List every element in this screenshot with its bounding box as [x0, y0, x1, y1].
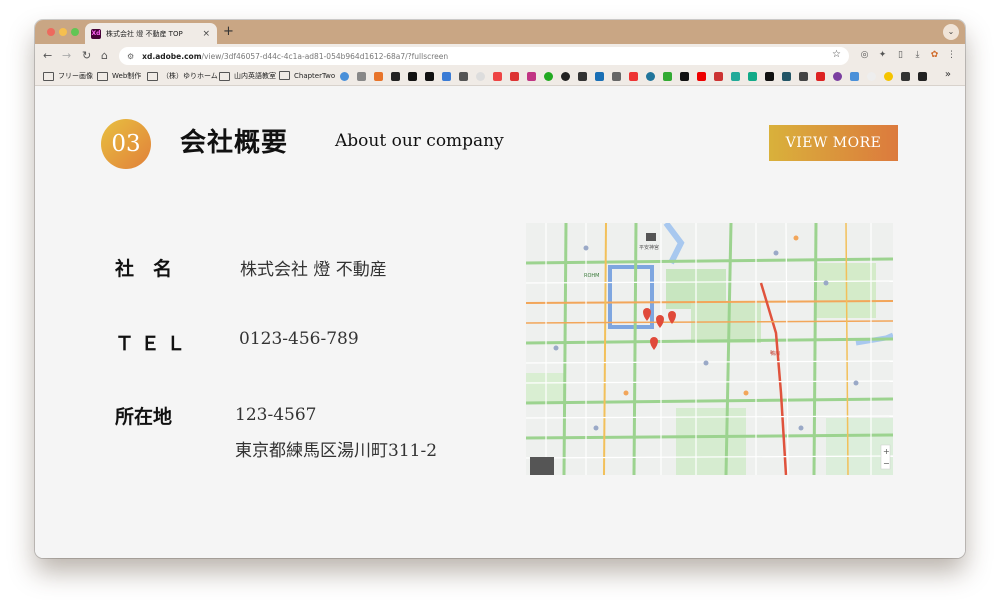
tel-label: Ｔ Ｅ Ｌ: [115, 333, 186, 355]
bookmark-favicon-icon[interactable]: [425, 72, 434, 81]
folder-icon: [147, 71, 158, 81]
bookmark-favicon-icon[interactable]: [629, 72, 638, 81]
map-svg: 平安神宮 ROHM 鴨川 + −: [526, 223, 893, 475]
url-host: xd.adobe.com: [142, 51, 202, 61]
section-title: 会社概要: [180, 128, 289, 158]
map-layer-thumbnail[interactable]: [530, 457, 554, 475]
bookmark-favicon-icon[interactable]: [833, 72, 842, 81]
bookmark-favicon-icon[interactable]: [680, 72, 689, 81]
tab-title: 株式会社 燈 不動産 TOP: [106, 29, 183, 38]
bookmark-favicon-icon[interactable]: [714, 72, 723, 81]
menu-kebab-icon[interactable]: ⋮: [946, 50, 957, 61]
new-tab-button[interactable]: +: [223, 25, 234, 39]
map-label-heian-shrine: 平安神宮: [639, 244, 659, 251]
bookmark-folder-free-images[interactable]: フリー画像: [43, 71, 93, 81]
site-settings-icon[interactable]: ⚙: [127, 52, 134, 61]
bookmark-favicon-icon[interactable]: [697, 72, 706, 81]
bookmark-favicon-icon[interactable]: [493, 72, 502, 81]
forward-arrow-icon[interactable]: →: [62, 48, 71, 64]
tab-strip: Xd 株式会社 燈 不動産 TOP × + ⌄: [35, 20, 965, 44]
bookmark-favicon-icon[interactable]: [731, 72, 740, 81]
bookmark-folder-yuri-home[interactable]: （株）ゆりホーム: [147, 71, 218, 81]
close-window-button[interactable]: [47, 28, 55, 36]
folder-icon: [279, 71, 290, 80]
bookmark-favicon-icon[interactable]: [782, 72, 791, 81]
bookmark-favicon-icon[interactable]: [595, 72, 604, 81]
browser-tab[interactable]: Xd 株式会社 燈 不動産 TOP ×: [85, 23, 217, 44]
view-more-button[interactable]: VIEW MORE: [769, 125, 898, 161]
tab-search-button[interactable]: ⌄: [943, 24, 959, 40]
bookmark-favicon-icon[interactable]: [357, 72, 366, 81]
bookmark-favicon-icon[interactable]: [561, 72, 570, 81]
address-label: 所在地: [115, 406, 173, 428]
bookmark-favicon-icon[interactable]: [391, 72, 400, 81]
bookmark-favicon-icon[interactable]: [850, 72, 859, 81]
bookmark-favicon-icon[interactable]: [612, 72, 621, 81]
bookmark-favicon-icon[interactable]: [459, 72, 468, 81]
bookmark-favicon-icon[interactable]: [901, 72, 910, 81]
extensions-icon[interactable]: ✦: [877, 50, 888, 61]
tel-value: 0123-456-789: [239, 329, 359, 349]
url-path: /view/3df46057-d44c-4c1a-ad81-054b964d16…: [201, 51, 449, 61]
bookmark-favicon-icon[interactable]: [867, 72, 876, 81]
bookmark-favicon-icon[interactable]: [884, 72, 893, 81]
xd-favicon-icon: Xd: [91, 28, 101, 39]
folder-icon: [97, 71, 108, 81]
bookmark-favicon-icon[interactable]: [476, 72, 485, 81]
reload-icon[interactable]: ↻: [82, 48, 91, 64]
bookmark-favicon-icon[interactable]: [816, 72, 825, 81]
bookmark-folder-chaptertwo[interactable]: ChapterTwo: [279, 71, 335, 80]
browser-toolbar: ← → ↻ ⌂ ⚙ xd.adobe.com /view/3df46057-d4…: [35, 44, 965, 68]
map-label-kamogawa: 鴨川: [770, 350, 780, 357]
bookmark-favicon-icon[interactable]: [663, 72, 672, 81]
more-bookmarks-icon[interactable]: »: [945, 69, 951, 80]
bookmark-star-icon[interactable]: ☆: [832, 49, 841, 60]
section-number-badge: 03: [101, 119, 151, 169]
tab-close-icon[interactable]: ×: [202, 29, 210, 39]
maximize-window-button[interactable]: [71, 28, 79, 36]
location-map[interactable]: 平安神宮 ROHM 鴨川 + −: [526, 223, 893, 475]
bookmark-favicon-icon[interactable]: [442, 72, 451, 81]
bookmark-folder-web[interactable]: Web制作: [97, 71, 141, 81]
minimize-window-button[interactable]: [59, 28, 67, 36]
company-name-label: 社 名: [115, 258, 173, 280]
bookmark-favicon-icon[interactable]: [544, 72, 553, 81]
bookmark-favicon-icon[interactable]: [918, 72, 927, 81]
section-subtitle: About our company: [335, 131, 504, 151]
download-icon[interactable]: ⤓: [912, 50, 923, 61]
folder-icon: [219, 71, 230, 81]
browser-window: Xd 株式会社 燈 不動産 TOP × + ⌄ ← → ↻ ⌂ ⚙ xd.ado…: [35, 20, 965, 558]
company-name-value: 株式会社 燈 不動産: [240, 260, 387, 280]
bookmark-favicon-icon[interactable]: [765, 72, 774, 81]
bookmark-favicon-icon[interactable]: [374, 72, 383, 81]
bookmark-favicon-icon[interactable]: [799, 72, 808, 81]
address-bar[interactable]: ⚙ xd.adobe.com /view/3df46057-d44c-4c1a-…: [119, 47, 849, 65]
bookmark-favicon-icon[interactable]: [748, 72, 757, 81]
lens-icon[interactable]: ◎: [859, 50, 870, 61]
zoom-in-icon[interactable]: +: [883, 447, 890, 456]
profile-avatar-icon[interactable]: ✿: [929, 50, 940, 61]
street-address: 東京都練馬区湯川町311-2: [235, 441, 438, 461]
folder-icon: [43, 71, 54, 81]
bookmark-favicon-icon[interactable]: [408, 72, 417, 81]
bookmark-folder-english[interactable]: 山内英語教室: [219, 71, 276, 81]
home-icon[interactable]: ⌂: [101, 48, 108, 64]
bookmark-favicon-icon[interactable]: [340, 72, 349, 81]
bookmark-favicon-icon[interactable]: [510, 72, 519, 81]
bookmarks-bar: フリー画像 Web制作 （株）ゆりホーム 山内英語教室 ChapterTwo »: [35, 68, 965, 86]
back-arrow-icon[interactable]: ←: [43, 48, 52, 64]
bookmark-favicon-icon[interactable]: [578, 72, 587, 81]
map-label-rohm: ROHM: [584, 273, 599, 279]
postal-code: 123-4567: [235, 405, 317, 425]
bookmark-favicon-icon[interactable]: [646, 72, 655, 81]
sidebar-icon[interactable]: ▯: [895, 50, 906, 61]
bookmark-favicon-icon[interactable]: [527, 72, 536, 81]
zoom-out-icon[interactable]: −: [883, 459, 890, 468]
page-content: 03 会社概要 About our company VIEW MORE 社 名 …: [35, 86, 965, 558]
